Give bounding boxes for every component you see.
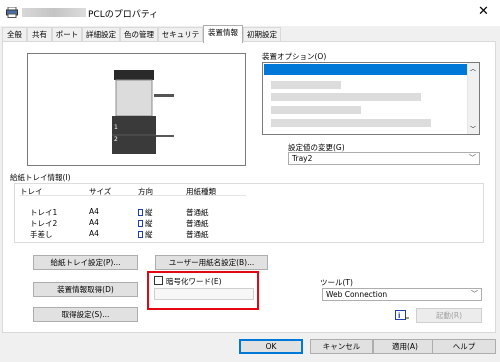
- tray-name: トレイ2: [30, 219, 58, 228]
- tools-label: ツール(T): [320, 278, 353, 287]
- device-options-list[interactable]: ︿ ﹀: [262, 62, 480, 135]
- scroll-up-icon[interactable]: ︿: [470, 64, 476, 73]
- tray-size: A4: [89, 218, 99, 227]
- highlight-box: [147, 271, 259, 310]
- paper-tray-table: [14, 183, 484, 243]
- selected-option-row[interactable]: [264, 64, 468, 75]
- tools-select[interactable]: Web Connection ﹀: [322, 288, 482, 301]
- paper-tray-settings-button[interactable]: 給紙トレイ設定(P)...: [33, 255, 138, 270]
- cancel-button[interactable]: キャンセル: [310, 339, 373, 354]
- close-icon[interactable]: ✕: [478, 4, 489, 19]
- tray-paper-type: 普通紙: [186, 219, 209, 228]
- tray-number-2: 2: [114, 136, 118, 143]
- device-options-label: 装置オプション(O): [262, 52, 327, 61]
- tray-orientation: 縦: [138, 218, 153, 229]
- tab-general[interactable]: 全般: [2, 27, 27, 42]
- setting-value-text: Tray2: [292, 154, 313, 163]
- tab-device-info[interactable]: 装置情報: [203, 25, 243, 43]
- portrait-orientation-icon: [138, 231, 143, 238]
- table-header-divider: [20, 195, 246, 196]
- tray-orientation: 縦: [138, 229, 153, 240]
- svg-text:i: i: [398, 312, 400, 320]
- option-item-redacted[interactable]: [271, 81, 341, 89]
- tray-name: 手差し: [30, 230, 53, 239]
- setting-value-select[interactable]: Tray2 ﹀: [288, 152, 480, 165]
- option-item-redacted[interactable]: [271, 119, 431, 127]
- option-item-redacted[interactable]: [271, 106, 361, 114]
- user-paper-name-settings-button[interactable]: ユーザー用紙名設定(B)...: [155, 255, 268, 270]
- tray-size: A4: [89, 207, 99, 216]
- tab-security[interactable]: セキュリティ: [158, 27, 203, 52]
- ok-button[interactable]: OK: [239, 339, 303, 354]
- portrait-orientation-icon: [138, 209, 143, 216]
- option-item-redacted[interactable]: [271, 93, 421, 101]
- tab-sharing[interactable]: 共有: [27, 27, 52, 42]
- acquire-device-info-button[interactable]: 装置情報取得(D): [33, 282, 138, 297]
- tray-name: トレイ1: [30, 208, 58, 217]
- paper-tray-label: 給紙トレイ情報(I): [10, 173, 71, 182]
- printer-preview: 1 2: [27, 53, 246, 166]
- tools-select-value: Web Connection: [326, 290, 388, 299]
- tray-paper-type: 普通紙: [186, 208, 209, 217]
- window-title: PCLのプロパティ: [88, 10, 159, 20]
- tab-color-management[interactable]: 色の管理: [120, 27, 158, 42]
- chevron-down-icon: ﹀: [469, 154, 476, 162]
- launch-button[interactable]: 起動(R): [416, 308, 482, 323]
- tray-number-1: 1: [114, 124, 118, 131]
- portrait-orientation-icon: [138, 220, 143, 227]
- tab-ports[interactable]: ポート: [52, 27, 82, 42]
- printer-illustration: [112, 70, 174, 154]
- help-button[interactable]: ヘルプ: [432, 339, 496, 354]
- scroll-down-icon[interactable]: ﹀: [470, 124, 476, 133]
- scrollbar[interactable]: ︿ ﹀: [467, 63, 479, 134]
- tool-info-icon: i: [395, 310, 410, 322]
- tray-orientation: 縦: [138, 207, 153, 218]
- tray-paper-type: 普通紙: [186, 230, 209, 239]
- acquire-settings-button[interactable]: 取得設定(S)...: [33, 307, 138, 322]
- printer-icon: [6, 6, 18, 18]
- tab-advanced[interactable]: 詳細設定: [82, 27, 120, 42]
- tray-size: A4: [89, 229, 99, 238]
- tab-default-settings[interactable]: 初期設定: [243, 27, 281, 42]
- chevron-down-icon: ﹀: [471, 290, 478, 298]
- printer-name-redacted: [22, 8, 86, 17]
- apply-button[interactable]: 適用(A): [373, 339, 437, 354]
